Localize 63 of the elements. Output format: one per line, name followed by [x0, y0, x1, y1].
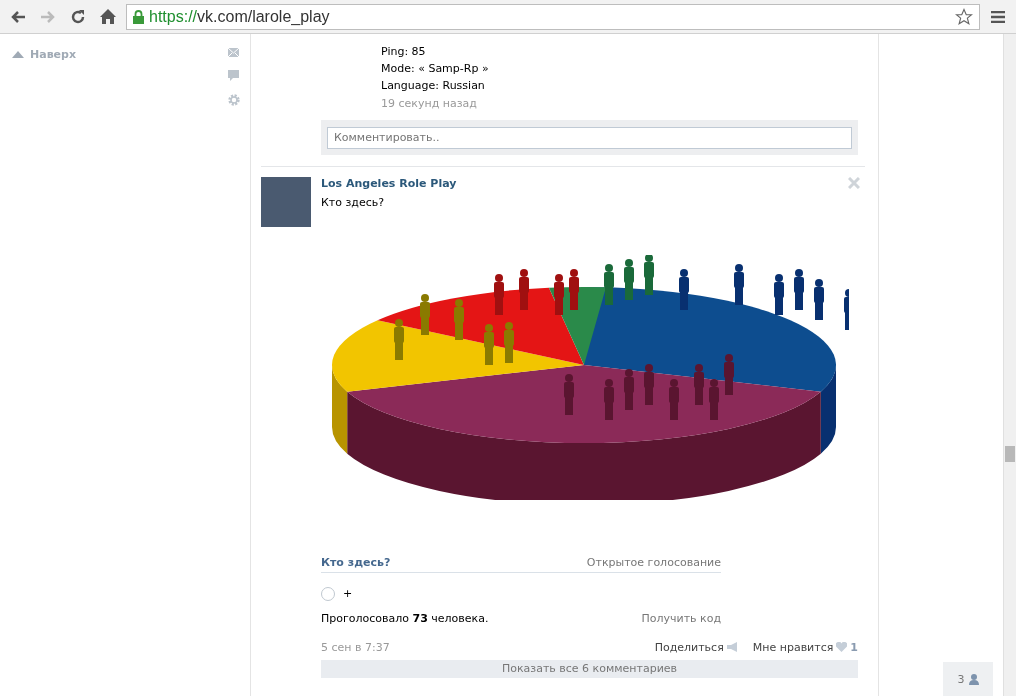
person-silhouette: [724, 353, 734, 395]
person-silhouette: [624, 258, 634, 300]
home-icon: [100, 9, 116, 24]
person-silhouette: [454, 298, 464, 340]
post-date: 5 сен в 7:37: [321, 640, 391, 654]
back-arrow-icon: [10, 9, 26, 24]
avatar-photo-placeholder[interactable]: [261, 176, 311, 227]
address-bar[interactable]: https://vk.com/larole_play: [126, 3, 980, 30]
heart-icon: [836, 642, 848, 652]
lock-icon: [133, 9, 144, 24]
like-link[interactable]: Мне нравится 1: [752, 640, 858, 654]
person-silhouette: [494, 273, 504, 315]
person-silhouette: [569, 268, 579, 310]
get-code-link[interactable]: Получить код: [641, 611, 721, 625]
person-silhouette: [564, 373, 574, 415]
settings-icon[interactable]: [228, 94, 240, 106]
person-silhouette: [669, 378, 679, 420]
menu-icon: [991, 10, 1005, 23]
forward-arrow-icon: [40, 9, 56, 24]
author-link[interactable]: Los Angeles Role Play: [321, 176, 457, 190]
person-silhouette: [794, 268, 804, 310]
person-silhouette: [679, 268, 689, 310]
person-silhouette: [774, 273, 784, 315]
person-silhouette: [504, 321, 514, 363]
person-silhouette: [644, 254, 654, 295]
show-comments-button[interactable]: Показать все 6 комментариев: [321, 659, 858, 678]
star-icon[interactable]: [955, 7, 973, 26]
poll-title: Кто здесь?: [321, 555, 391, 569]
person-silhouette: [734, 263, 744, 305]
up-triangle-icon: [12, 50, 24, 58]
server-info-text: Ping: 85: [381, 44, 427, 60]
person-silhouette: [694, 363, 704, 405]
share-link[interactable]: Поделиться: [654, 640, 739, 654]
megaphone-icon: [726, 642, 739, 652]
person-silhouette: [709, 378, 719, 420]
person-silhouette: [420, 293, 430, 335]
post-text: Кто здесь?: [321, 195, 386, 209]
server-info-text: Language: Russian: [381, 78, 486, 94]
person-silhouette: [394, 318, 404, 360]
vote-count-text: Проголосовало 73 человека.: [321, 611, 489, 625]
person-silhouette: [844, 288, 849, 330]
person-silhouette: [484, 323, 494, 365]
person-silhouette: [604, 263, 614, 305]
scrollbar[interactable]: [1003, 34, 1016, 696]
server-info-text: Mode: « Samp-Rp »: [381, 61, 490, 77]
poll-option-label[interactable]: +: [343, 587, 353, 600]
person-silhouette: [814, 278, 824, 320]
person-silhouette: [644, 363, 654, 405]
person-silhouette: [604, 378, 614, 420]
person-silhouette: [519, 268, 529, 310]
reload-icon: [70, 8, 86, 25]
poll-type: Открытое голосование: [586, 555, 721, 569]
mail-icon[interactable]: [228, 48, 239, 57]
friends-online-button[interactable]: 3: [943, 662, 993, 696]
poll-radio[interactable]: [321, 586, 335, 601]
person-icon: [968, 673, 979, 685]
close-button[interactable]: [848, 176, 860, 189]
post-time: 19 секунд назад: [381, 96, 478, 112]
person-silhouette: [554, 273, 564, 315]
person-silhouette: [624, 368, 634, 410]
comment-field[interactable]: Комментировать..: [327, 126, 852, 149]
url-text: https://vk.com/larole_play: [149, 7, 330, 26]
chat-icon[interactable]: [228, 70, 239, 81]
